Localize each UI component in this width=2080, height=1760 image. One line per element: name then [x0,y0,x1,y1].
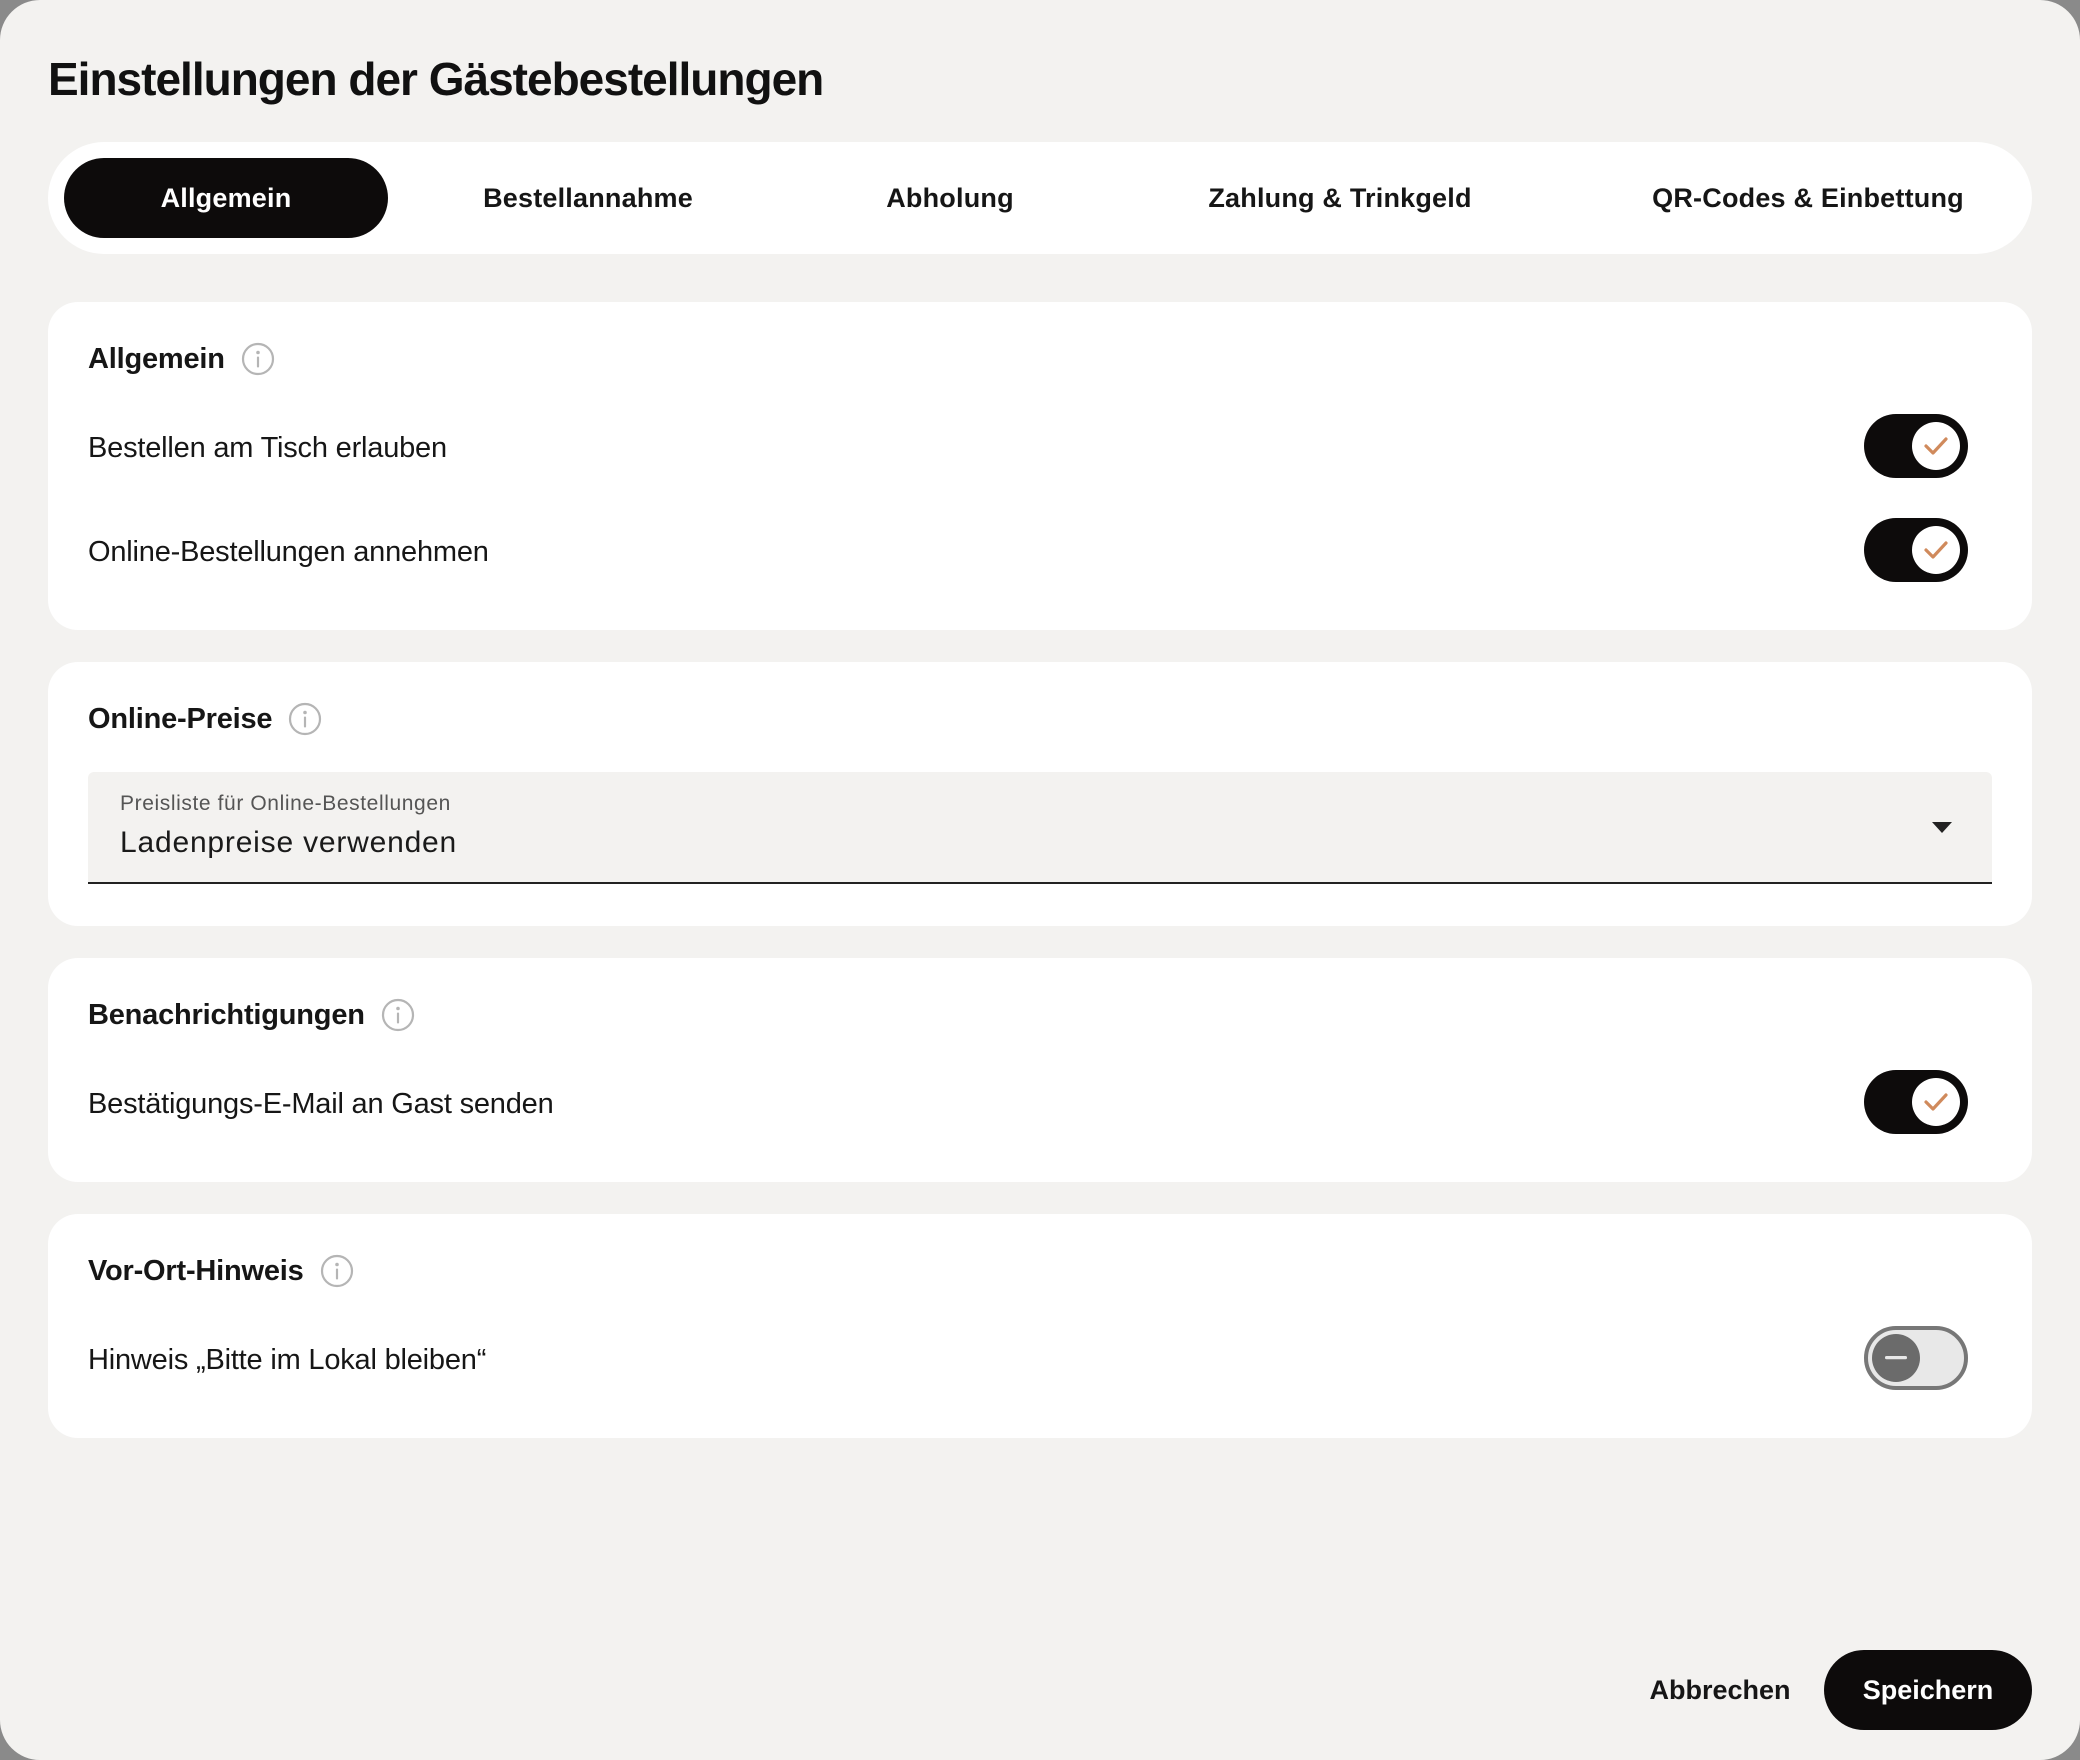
setting-label-stay-in-venue: Hinweis „Bitte im Lokal bleiben“ [88,1344,487,1376]
notifications-section: Benachrichtigungen Bestätigungs-E-Mail a… [48,958,2032,1182]
toggle-knob [1912,422,1960,470]
pricing-section-title: Online-Preise [88,702,273,735]
minus-icon [1885,1356,1907,1360]
notifications-section-title: Benachrichtigungen [88,998,365,1031]
online-orders-toggle[interactable] [1864,518,1968,582]
save-button[interactable]: Speichern [1824,1650,2032,1730]
settings-dialog: Einstellungen der Gästebestellungen Allg… [0,0,2080,1760]
tab-zahlung-trinkgeld[interactable]: Zahlung & Trinkgeld [1150,158,1530,238]
table-ordering-toggle[interactable] [1864,414,1968,478]
info-icon[interactable] [381,998,415,1032]
setting-label-table-ordering: Bestellen am Tisch erlauben [88,432,447,464]
dialog-title: Einstellungen der Gästebestellungen [48,53,824,105]
general-section-header: Allgemein [88,342,275,376]
toggle-knob [1912,526,1960,574]
general-section: Allgemein Bestellen am Tisch erlauben On… [48,302,2032,630]
info-icon[interactable] [320,1254,354,1288]
info-icon[interactable] [241,342,275,376]
onsite-section-title: Vor-Ort-Hinweis [88,1254,304,1287]
price-list-select[interactable]: Preisliste für Online-Bestellungen Laden… [88,772,1992,884]
info-icon[interactable] [288,702,322,736]
check-icon [1924,437,1948,455]
onsite-section: Vor-Ort-Hinweis Hinweis „Bitte im Lokal … [48,1214,2032,1438]
pricing-section-header: Online-Preise [88,702,322,736]
tab-qr-codes-einbettung[interactable]: QR-Codes & Einbettung [1608,158,2008,238]
chevron-down-icon [1932,822,1952,833]
confirmation-email-toggle[interactable] [1864,1070,1968,1134]
tab-bar: Allgemein Bestellannahme Abholung Zahlun… [48,142,2032,254]
onsite-section-header: Vor-Ort-Hinweis [88,1254,354,1288]
toggle-knob [1912,1078,1960,1126]
price-list-select-value: Ladenpreise verwenden [120,826,458,859]
tab-abholung[interactable]: Abholung [788,158,1112,238]
cancel-button[interactable]: Abbrechen [1640,1650,1800,1730]
check-icon [1924,1093,1948,1111]
setting-label-online-orders: Online-Bestellungen annehmen [88,536,489,568]
general-section-title: Allgemein [88,342,225,375]
pricing-section: Online-Preise Preisliste für Online-Best… [48,662,2032,926]
price-list-select-label: Preisliste für Online-Bestellungen [120,792,451,815]
stay-in-venue-toggle[interactable] [1864,1326,1968,1390]
check-icon [1924,541,1948,559]
tab-allgemein[interactable]: Allgemein [64,158,388,238]
notifications-section-header: Benachrichtigungen [88,998,415,1032]
tab-bestellannahme[interactable]: Bestellannahme [426,158,750,238]
setting-label-confirmation-email: Bestätigungs-E-Mail an Gast senden [88,1088,554,1120]
toggle-knob [1872,1334,1920,1382]
